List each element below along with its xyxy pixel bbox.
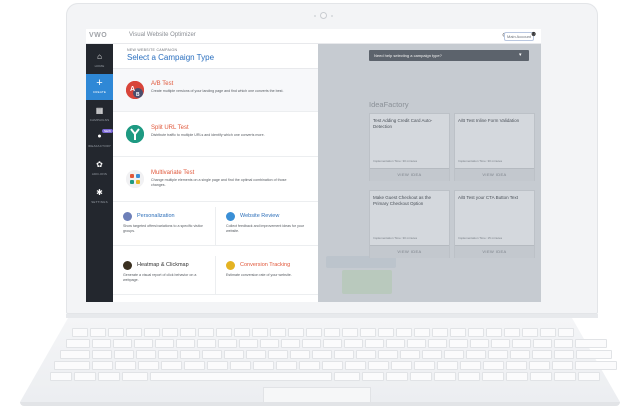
tool-title: Conversion Tracking [240,262,291,268]
background-shape [342,270,392,294]
idea-title: A/B Test your CTA Button Text [458,195,519,200]
help-text: Need help selecting a campaign type? [374,53,442,58]
sidebar-item-campaigns[interactable]: ▦ CAMPAIGNS [86,102,113,128]
multivariate-icon [126,170,144,188]
sidebar-item-label: CREATE [92,90,107,94]
top-bar: VWO Visual Website Optimizer ⚲ Main Acco… [86,29,541,44]
sidebar: ⌂ HOME + CREATE ▦ CAMPAIGNS NEW ● IDEAFA… [86,44,113,302]
ideafactory-title: IdeaFactory [369,100,409,109]
card-description: Create multiple versions of your landing… [151,89,284,93]
card-title: Multivariate Test [151,170,195,176]
tool-title: Heatmap & Clickmap [137,262,189,268]
chevron-down-icon: ▾ [519,52,522,58]
campaign-card-multivariate[interactable]: Multivariate Test Change multiple elemen… [113,157,318,202]
view-idea-button[interactable]: VIEW IDEA [370,245,449,258]
grid-icon: ▦ [95,106,104,115]
tool-heatmap-clickmap[interactable]: Heatmap & Clickmap Generate a visual rep… [113,256,215,295]
sidebar-item-label: IDEAFACTORY [87,144,112,148]
ab-test-icon: AB [126,81,144,99]
laptop-hinge [66,314,598,318]
webcam [320,12,327,19]
heatmap-icon [123,261,132,270]
tool-description: Collect feedback and improvement ideas f… [226,224,305,233]
keyboard-row [54,361,619,370]
tool-website-review[interactable]: Website Review Collect feedback and impr… [215,207,318,246]
home-icon: ⌂ [97,52,102,61]
sidebar-item-home[interactable]: ⌂ HOME [86,48,113,74]
idea-title: A/B Test Inline Form Validation [458,118,520,123]
keyboard-row [72,328,576,337]
keyboard-row [66,339,609,348]
view-idea-button[interactable]: VIEW IDEA [455,245,534,258]
dimmed-overlay: Need help selecting a campaign type? ▾ I… [318,44,541,302]
idea-card[interactable]: Make Guest Checkout as the Primary Check… [369,190,450,258]
campaign-card-split-url[interactable]: Split URL Test Distribute traffic to mul… [113,112,318,157]
idea-meta: Implementation Time: 15 minutes [458,236,503,240]
tool-description: Show targeted offers/variations to a spe… [123,224,203,233]
panel-header: NEW WEBSITE CAMPAIGN Select a Campaign T… [113,44,318,69]
tool-title: Personalization [137,213,175,219]
card-description: Distribute traffic to multiple URLs and … [151,133,265,137]
tool-conversion-tracking[interactable]: Conversion Tracking Estimate conversion … [215,256,318,295]
app-title: Visual Website Optimizer [129,32,196,38]
idea-card[interactable]: A/B Test your CTA Button Text Implementa… [454,190,535,258]
tool-personalization[interactable]: Personalization Show targeted offers/var… [113,207,215,246]
keyboard-row [50,372,602,381]
view-idea-button[interactable]: VIEW IDEA [455,168,534,181]
tool-description: Generate a visual report of click behavi… [123,273,197,282]
keyboard-row [60,350,614,359]
gear-icon: ✱ [96,188,103,197]
card-description: Change multiple elements on a single pag… [151,178,287,187]
review-icon [226,212,235,221]
tool-title: Website Review [240,213,280,219]
idea-meta: Implementation Time: 30 minutes [458,159,503,163]
user-icon[interactable]: ☻ [530,31,537,38]
app-screen: VWO Visual Website Optimizer ⚲ Main Acco… [86,29,541,302]
sidebar-item-label: SETTINGS [91,200,108,204]
sensor-dot [331,15,333,17]
personalization-icon [123,212,132,221]
idea-card[interactable]: Test Adding Credit Card Auto-Detection I… [369,113,450,181]
sidebar-item-settings[interactable]: ✱ SETTINGS [86,184,113,210]
tool-description: Estimate conversion rate of your website… [226,273,292,277]
split-url-icon [126,125,144,143]
sidebar-item-label: CAMPAIGNS [89,118,110,122]
idea-title: Test Adding Credit Card Auto-Detection [373,118,433,129]
idea-title: Make Guest Checkout as the Primary Check… [373,195,432,206]
sidebar-item-addons[interactable]: ✿ ADD-ONS [86,156,113,182]
idea-meta: Implementation Time: 30 minutes [373,236,418,240]
svg-text:A: A [130,86,135,93]
bulb-icon: ● [97,133,102,140]
card-title: Split URL Test [151,125,189,131]
campaign-help-dropdown[interactable]: Need help selecting a campaign type? ▾ [369,50,529,61]
vwo-logo[interactable]: VWO [89,32,107,39]
card-title: A/B Test [151,81,174,87]
idea-meta: Implementation Time: 30 minutes [373,159,418,163]
idea-card[interactable]: A/B Test Inline Form Validation Implemen… [454,113,535,181]
panel-subtitle: NEW WEBSITE CAMPAIGN [127,48,178,52]
tracking-icon [226,261,235,270]
sidebar-item-label: ADD-ONS [91,172,108,176]
campaign-card-ab-test[interactable]: AB A/B Test Create multiple versions of … [113,69,318,112]
svg-text:B: B [136,92,140,98]
view-idea-button[interactable]: VIEW IDEA [370,168,449,181]
plus-icon: + [96,77,103,89]
laptop-base-edge [20,402,620,406]
mic-dot [314,15,316,17]
sidebar-item-ideafactory[interactable]: NEW ● IDEAFACTORY [86,128,113,154]
panel-title: Select a Campaign Type [127,53,215,62]
sidebar-item-create[interactable]: + CREATE [86,74,113,100]
sidebar-item-label: HOME [94,64,105,68]
puzzle-icon: ✿ [96,160,103,169]
campaign-type-panel: NEW WEBSITE CAMPAIGN Select a Campaign T… [113,44,318,302]
new-badge: NEW [102,129,113,133]
